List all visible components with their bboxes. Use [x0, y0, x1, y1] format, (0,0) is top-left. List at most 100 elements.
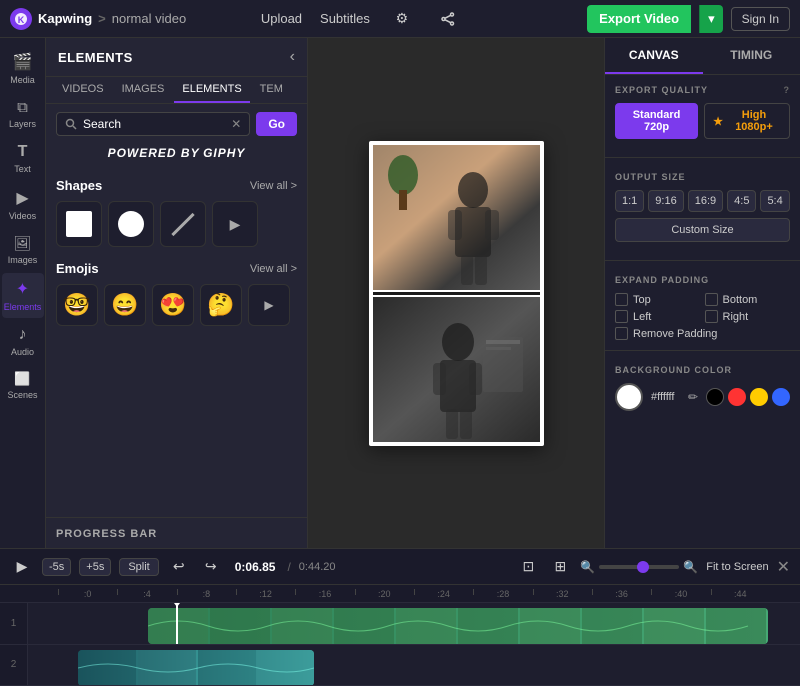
sidebar-item-layers[interactable]: ⧉ Layers [2, 93, 44, 135]
tab-elements[interactable]: ELEMENTS [174, 77, 249, 103]
export-quality-section: EXPORT QUALITY ? Standard 720p ★ High 10… [605, 75, 800, 153]
crop-icon[interactable]: ⊡ [516, 555, 540, 579]
total-duration: 0:44.20 [299, 561, 336, 573]
sidebar-item-text[interactable]: T Text [2, 137, 44, 180]
size-4-5[interactable]: 4:5 [727, 190, 756, 212]
subtitles-link[interactable]: Subtitles [320, 11, 370, 26]
color-swatch-white[interactable] [615, 383, 643, 411]
panel-tabs: VIDEOS IMAGES ELEMENTS TEM [46, 77, 307, 104]
giphy-prefix: POWERED BY [108, 146, 200, 160]
size-5-4[interactable]: 5:4 [760, 190, 789, 212]
size-9-16[interactable]: 9:16 [648, 190, 683, 212]
go-button[interactable]: Go [256, 112, 297, 136]
divider-2 [605, 260, 800, 261]
ruler-mark-44: :44 [711, 589, 770, 599]
panel-close-button[interactable]: ‹ [290, 48, 295, 66]
search-clear-icon[interactable]: ✕ [231, 117, 241, 131]
sidebar-label-images: Images [8, 255, 38, 265]
emoji-item-1[interactable]: 😄 [104, 284, 146, 326]
color-black[interactable] [706, 388, 724, 406]
edit-color-icon[interactable]: ✏ [688, 390, 698, 404]
emoji-item-4[interactable]: ▶ [248, 284, 290, 326]
tab-images[interactable]: IMAGES [114, 77, 173, 103]
undo-button[interactable]: ↩ [167, 555, 191, 579]
quality-720p-button[interactable]: Standard 720p [615, 103, 698, 139]
zoom-thumb [637, 561, 649, 573]
track-clip-main[interactable] [148, 608, 768, 644]
size-16-9[interactable]: 16:9 [688, 190, 723, 212]
right-panel: CANVAS TIMING EXPORT QUALITY ? Standard … [604, 38, 800, 548]
export-button[interactable]: Export Video [587, 5, 691, 33]
zoom-out-icon[interactable]: 🔍 [580, 560, 595, 574]
main-layout: 🎬 Media ⧉ Layers T Text ▶ Videos 🖼 Image… [0, 38, 800, 548]
search-icon [65, 118, 77, 130]
emojis-view-all[interactable]: View all > [250, 263, 297, 275]
size-1-1[interactable]: 1:1 [615, 190, 644, 212]
left-checkbox[interactable] [615, 310, 628, 323]
logo: K Kapwing > normal video [10, 8, 186, 30]
logo-icon: K [10, 8, 32, 30]
ruler-mark-20: :20 [355, 589, 414, 599]
fit-to-screen-button[interactable]: Fit to Screen [706, 561, 768, 573]
panel-content: Shapes View all > ▶ Emojis View all > 🤓 … [46, 166, 307, 517]
app-name: Kapwing [38, 11, 92, 26]
redo-button[interactable]: ↪ [199, 555, 223, 579]
sidebar-item-media[interactable]: 🎬 Media [2, 46, 44, 91]
emoji-item-3[interactable]: 🤔 [200, 284, 242, 326]
zoom-slider[interactable] [599, 565, 679, 569]
right-checkbox[interactable] [705, 310, 718, 323]
zoom-in-icon[interactable]: 🔍 [683, 560, 698, 574]
signin-button[interactable]: Sign In [731, 7, 790, 31]
emoji-item-0[interactable]: 🤓 [56, 284, 98, 326]
quality-help-icon[interactable]: ? [784, 85, 791, 95]
color-yellow[interactable] [750, 388, 768, 406]
giphy-brand: GIPHY [203, 146, 245, 160]
shapes-view-all[interactable]: View all > [250, 180, 297, 192]
track-content-2[interactable] [28, 645, 800, 686]
canvas-area[interactable] [308, 38, 604, 548]
upload-link[interactable]: Upload [261, 11, 302, 26]
split-button[interactable]: Split [119, 558, 158, 576]
emoji-item-2[interactable]: 😍 [152, 284, 194, 326]
bottom-checkbox[interactable] [705, 293, 718, 306]
emojis-grid: 🤓 😄 😍 🤔 ▶ [56, 284, 297, 326]
shape-line-item[interactable] [160, 201, 206, 247]
track-clip-sub[interactable] [78, 650, 314, 686]
tab-tem[interactable]: TEM [252, 77, 291, 103]
tab-timing[interactable]: TIMING [703, 38, 800, 74]
sidebar-item-scenes[interactable]: ⬜ Scenes [2, 365, 44, 406]
quality-1080p-button[interactable]: ★ High 1080p+ [704, 103, 790, 139]
padding-bottom: Bottom [705, 293, 791, 306]
tab-videos[interactable]: VIDEOS [54, 77, 112, 103]
shapes-section-header: Shapes View all > [56, 178, 297, 193]
export-dropdown-button[interactable]: ▾ [699, 5, 723, 33]
padding-right-label: Right [723, 311, 749, 323]
skip-fwd-button[interactable]: +5s [79, 558, 111, 576]
search-input[interactable] [83, 117, 225, 131]
shape-more-item[interactable]: ▶ [212, 201, 258, 247]
tab-canvas[interactable]: CANVAS [605, 38, 703, 74]
sidebar-item-elements[interactable]: ✦ Elements [2, 273, 44, 318]
sidebar-item-images[interactable]: 🖼 Images [2, 229, 44, 271]
top-checkbox[interactable] [615, 293, 628, 306]
shape-circle-item[interactable] [108, 201, 154, 247]
color-red[interactable] [728, 388, 746, 406]
skip-back-button[interactable]: -5s [42, 558, 71, 576]
timeline-close-button[interactable]: ✕ [777, 557, 790, 577]
video-clip-top [373, 145, 540, 290]
custom-size-button[interactable]: Custom Size [615, 218, 790, 242]
timecode-sep: / [287, 560, 290, 574]
color-blue[interactable] [772, 388, 790, 406]
track-number-1: 1 [0, 603, 28, 644]
sidebar-item-audio[interactable]: ♪ Audio [2, 320, 44, 363]
track-content-1[interactable] [28, 603, 800, 644]
share-icon[interactable] [434, 5, 462, 33]
shape-square-item[interactable] [56, 201, 102, 247]
sidebar-item-videos[interactable]: ▶ Videos [2, 182, 44, 227]
timeline: ▶ -5s +5s Split ↩ ↪ 0:06.85 / 0:44.20 ⊡ … [0, 548, 800, 686]
play-button[interactable]: ▶ [10, 555, 34, 579]
remove-padding-checkbox[interactable] [615, 327, 628, 340]
settings-icon[interactable]: ⚙ [388, 5, 416, 33]
fit-icon[interactable]: ⊞ [548, 555, 572, 579]
sidebar-label-text: Text [14, 164, 31, 174]
